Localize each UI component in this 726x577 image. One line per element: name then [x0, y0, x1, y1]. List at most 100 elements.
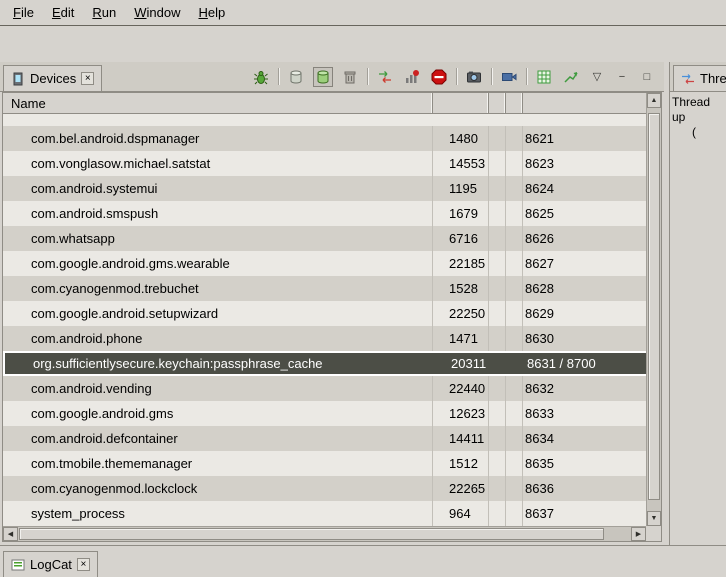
port-cell: 8635 [523, 451, 648, 476]
port-cell: 8627 [523, 251, 648, 276]
pid-cell: 14553 [433, 151, 489, 176]
scroll-right-icon[interactable]: ▶ [631, 527, 646, 541]
table-row[interactable]: com.vonglasow.michael.satstat 14553 8623 [3, 151, 648, 176]
column-header-port[interactable] [523, 93, 648, 113]
pid-cell: 1480 [433, 126, 489, 151]
pid-cell: 22250 [433, 301, 489, 326]
start-method-profiling-button[interactable] [402, 67, 422, 87]
tab-devices-label: Devices [30, 71, 76, 86]
port-cell: 8634 [523, 426, 648, 451]
port-cell: 8629 [523, 301, 648, 326]
threads-tabbar: Threads [670, 62, 726, 92]
main-area: Devices × [0, 62, 726, 545]
update-heap-button[interactable] [286, 67, 306, 87]
table-row[interactable]: com.android.smspush 1679 8625 [3, 201, 648, 226]
process-name-cell: com.cyanogenmod.lockclock [3, 476, 433, 501]
start-tracing-button[interactable] [561, 67, 581, 87]
horizontal-scrollbar-thumb[interactable] [19, 528, 604, 540]
devices-panel: Devices × [0, 62, 664, 545]
toolbar-separator [456, 68, 457, 85]
table-row[interactable]: com.android.vending 22440 8632 [3, 376, 648, 401]
menu-help[interactable]: Help [189, 2, 234, 23]
column-header-blank1[interactable] [489, 93, 506, 113]
screen-record-button[interactable] [499, 67, 519, 87]
eclipse-ddms-window: { "colors": { "chrome": "#d6d3ce", "row_… [0, 0, 726, 577]
pid-cell: 964 [433, 501, 489, 526]
table-row[interactable]: com.android.defcontainer 14411 8634 [3, 426, 648, 451]
port-cell: 8628 [523, 276, 648, 301]
tab-logcat-close-icon[interactable]: × [77, 558, 90, 571]
threads-message-line1: Thread up [672, 95, 724, 125]
vertical-scrollbar[interactable]: ▲ ▼ [646, 93, 661, 526]
process-name-cell: com.android.defcontainer [3, 426, 433, 451]
minimize-icon[interactable]: − [613, 68, 631, 86]
tab-devices-close-icon[interactable]: × [81, 72, 94, 85]
table-row[interactable]: com.google.android.gms 12623 8633 [3, 401, 648, 426]
table-body: com.bel.android.dspmanager 1480 8621 com… [3, 114, 648, 526]
menubar: File Edit Run Window Help [0, 0, 726, 26]
scrollbar-corner [646, 526, 661, 541]
menu-run[interactable]: Run [83, 2, 125, 23]
tab-logcat[interactable]: LogCat × [3, 551, 98, 577]
table-row[interactable]: system_process 964 8637 [3, 501, 648, 526]
table-row[interactable]: com.tmobile.thememanager 1512 8635 [3, 451, 648, 476]
table-row[interactable]: com.whatsapp 6716 8626 [3, 226, 648, 251]
stop-process-button[interactable] [429, 67, 449, 87]
menu-file[interactable]: File [4, 2, 43, 23]
threads-panel: Threads Thread up ( [669, 62, 726, 545]
scroll-up-icon[interactable]: ▲ [647, 93, 661, 108]
cause-gc-button[interactable] [340, 67, 360, 87]
tab-devices[interactable]: Devices × [3, 65, 102, 91]
system-info-button[interactable] [534, 67, 554, 87]
devices-tabbar: Devices × [0, 62, 664, 92]
vertical-scrollbar-thumb[interactable] [648, 113, 660, 500]
threads-message-line2: ( [672, 125, 724, 140]
process-name-cell: com.google.android.gms.wearable [3, 251, 433, 276]
table-row[interactable]: com.bel.android.dspmanager 1480 8621 [3, 126, 648, 151]
port-cell: 8623 [523, 151, 648, 176]
dump-hprof-button[interactable] [313, 67, 333, 87]
start-method-profiling-icon [404, 69, 420, 85]
process-name-cell: system_process [3, 501, 433, 526]
table-row[interactable]: com.cyanogenmod.lockclock 22265 8636 [3, 476, 648, 501]
port-cell: 8632 [523, 376, 648, 401]
column-header-name[interactable]: Name [3, 93, 433, 113]
update-threads-button[interactable] [375, 67, 395, 87]
pid-cell: 1679 [433, 201, 489, 226]
table-row-partial [3, 114, 648, 126]
toolbar-separator [526, 68, 527, 85]
process-name-cell: com.android.phone [3, 326, 433, 351]
column-header-blank2[interactable] [506, 93, 523, 113]
scroll-left-icon[interactable]: ◀ [3, 527, 18, 541]
menu-window[interactable]: Window [125, 2, 189, 23]
pid-cell: 1195 [433, 176, 489, 201]
devices-tab-icon [11, 72, 25, 86]
debug-button[interactable] [251, 67, 271, 87]
menu-edit[interactable]: Edit [43, 2, 83, 23]
devices-table: Name com.bel.android.dspmanager 1480 862… [2, 92, 662, 542]
tab-threads[interactable]: Threads [673, 65, 726, 91]
table-row[interactable]: com.cyanogenmod.trebuchet 1528 8628 [3, 276, 648, 301]
process-name-cell: com.cyanogenmod.trebuchet [3, 276, 433, 301]
pid-cell: 22265 [433, 476, 489, 501]
table-row[interactable]: com.google.android.gms.wearable 22185 86… [3, 251, 648, 276]
process-name-cell: com.google.android.gms [3, 401, 433, 426]
screen-capture-button[interactable] [464, 67, 484, 87]
table-row[interactable]: com.google.android.setupwizard 22250 862… [3, 301, 648, 326]
pid-cell: 1512 [433, 451, 489, 476]
process-name-cell: com.android.systemui [3, 176, 433, 201]
view-menu-icon[interactable]: ▽ [588, 68, 606, 86]
process-name-cell: com.whatsapp [3, 226, 433, 251]
table-row[interactable]: com.android.phone 1471 8630 [3, 326, 648, 351]
horizontal-scrollbar[interactable]: ◀ ▶ [3, 526, 646, 541]
table-row[interactable]: com.android.systemui 1195 8624 [3, 176, 648, 201]
table-header: Name [3, 93, 648, 114]
column-header-pid[interactable] [433, 93, 489, 113]
maximize-icon[interactable]: □ [638, 68, 656, 86]
toolbar-separator [367, 68, 368, 85]
pid-cell: 1528 [433, 276, 489, 301]
process-name-cell: com.bel.android.dspmanager [3, 126, 433, 151]
pid-cell: 20311 [435, 353, 491, 374]
scroll-down-icon[interactable]: ▼ [647, 511, 661, 526]
table-row-selected[interactable]: org.sufficientlysecure.keychain:passphra… [3, 351, 648, 376]
